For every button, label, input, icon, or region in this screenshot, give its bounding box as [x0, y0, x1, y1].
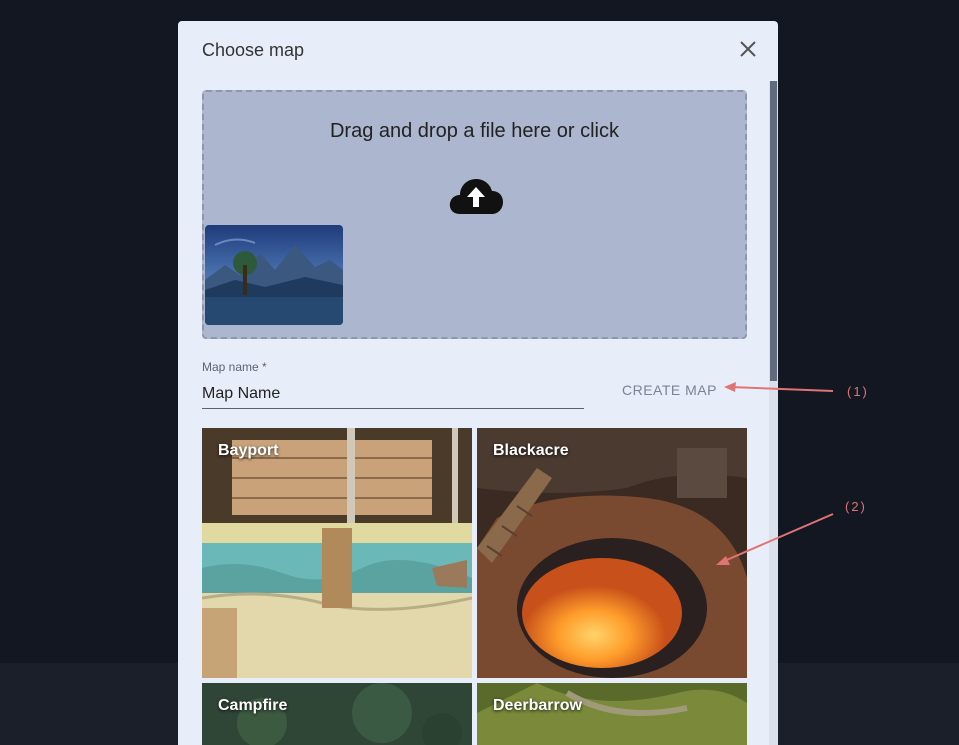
map-name: Bayport: [218, 442, 279, 459]
cloud-upload-icon: [449, 179, 503, 214]
scrollbar-thumb[interactable]: [770, 81, 777, 381]
map-name: Deerbarrow: [493, 697, 582, 714]
blackacre-thumbnail: [477, 428, 747, 678]
annotation-label-1: (1): [847, 384, 869, 399]
map-name-input[interactable]: [202, 380, 584, 409]
create-map-button[interactable]: CREATE MAP: [618, 380, 721, 400]
map-name: Campfire: [218, 697, 288, 714]
choose-map-dialog: Choose map Drag and drop a file here or …: [178, 21, 778, 745]
map-name: Blackacre: [493, 442, 569, 459]
map-tile-blackacre[interactable]: Blackacre: [477, 428, 747, 678]
map-tile-bayport[interactable]: Bayport: [202, 428, 472, 678]
annotation-label-2: (2): [845, 499, 867, 514]
uploaded-image-preview: [205, 225, 343, 325]
map-tile-deerbarrow[interactable]: Deerbarrow: [477, 683, 747, 745]
close-button[interactable]: [736, 37, 760, 61]
dialog-title: Choose map: [202, 40, 305, 60]
dropzone-text: Drag and drop a file here or click: [329, 120, 620, 142]
bayport-thumbnail: [202, 428, 472, 678]
close-icon: [740, 41, 756, 57]
map-name-label: Map name *: [202, 360, 267, 374]
scrollbar[interactable]: [769, 81, 778, 745]
file-dropzone[interactable]: Drag and drop a file here or click: [202, 90, 747, 339]
map-tile-campfire[interactable]: Campfire: [202, 683, 472, 745]
